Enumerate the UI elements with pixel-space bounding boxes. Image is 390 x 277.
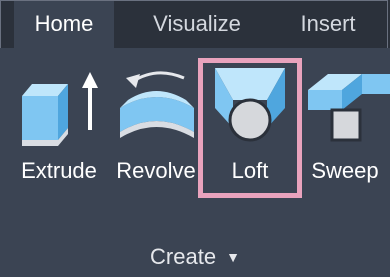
revolve-button[interactable]: Revolve <box>106 48 206 198</box>
sweep-label: Sweep <box>311 158 379 183</box>
loft-button[interactable]: Loft <box>203 48 297 198</box>
sweep-icon <box>308 74 390 142</box>
create-panel-label: Create <box>150 244 217 269</box>
sweep-button[interactable]: Sweep <box>300 48 390 198</box>
create-panel-title[interactable]: Create ▼ <box>0 240 390 274</box>
revolve-label: Revolve <box>116 158 196 183</box>
extrude-label: Extrude <box>21 158 97 183</box>
revolve-icon <box>120 71 194 138</box>
loft-icon <box>215 68 285 142</box>
extrude-button[interactable]: Extrude <box>8 48 110 198</box>
extrude-icon <box>22 72 98 146</box>
dropdown-caret-icon: ▼ <box>226 249 240 265</box>
loft-label: Loft <box>231 158 269 183</box>
